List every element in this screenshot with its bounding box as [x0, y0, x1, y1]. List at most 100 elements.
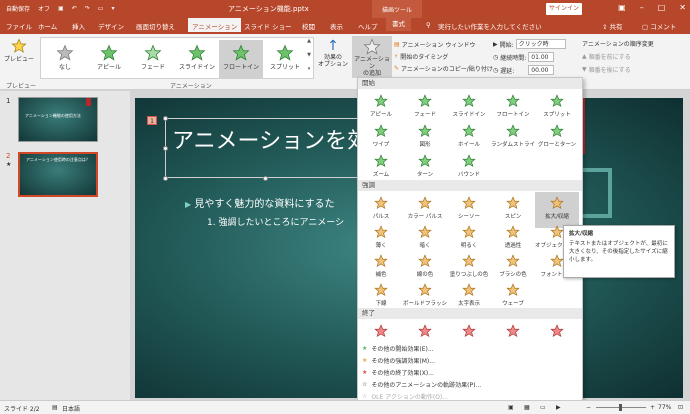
zoom-level[interactable]: 77% [658, 404, 671, 411]
gallery-expand-icon[interactable]: ▾ [305, 66, 313, 79]
tab-home[interactable]: ホーム [38, 21, 57, 31]
tab-animations[interactable]: アニメーション [188, 18, 242, 34]
effect-options-button[interactable]: ↑ 効果の オプション [316, 38, 350, 68]
gallery-fly-in[interactable]: スライドイン [175, 40, 219, 78]
effect-label: 太字表示 [457, 301, 480, 307]
effect-label: カラー パルス [407, 214, 443, 220]
gallery-fly-in-label: スライドイン [178, 64, 215, 71]
customize-icon[interactable]: ▾ [111, 5, 114, 12]
more-motion-paths[interactable]: ☆ その他のアニメーションの軌跡効果(P)... [358, 378, 582, 390]
save-icon[interactable]: ▣ [58, 5, 64, 12]
slide-sorter-icon[interactable]: ▦ [524, 404, 530, 411]
effect-dropdown-entrance-11[interactable]: ターン [403, 150, 447, 186]
animation-painter-button[interactable]: ✎ アニメーションのコピー/貼り付け [394, 64, 493, 73]
effect-dropdown-entrance-12[interactable]: バウンド [447, 150, 491, 186]
effect-label: ホイール [457, 142, 480, 148]
resize-handle[interactable] [263, 176, 268, 181]
slideshow-view-icon[interactable]: ▶ [556, 404, 561, 411]
gallery-scroll-down-icon[interactable]: ▼ [305, 52, 313, 65]
tab-help[interactable]: ヘルプ [358, 21, 378, 31]
effect-dropdown-entrance-8[interactable]: ランダムストライプ [491, 120, 535, 156]
bullet-triangle-icon: ▶ [185, 200, 192, 209]
effect-exit-2[interactable] [447, 320, 491, 340]
comment-button[interactable]: ▢ コメント [642, 21, 676, 31]
close-icon[interactable]: ✕ [679, 3, 686, 12]
bullet-level-1[interactable]: ▶ 見やすく魅力的な資料にするた [185, 195, 334, 210]
slide-counter: スライド 2/2 [4, 406, 40, 413]
autosave-toggle[interactable]: オフ [38, 4, 50, 13]
share-label: 共有 [609, 23, 623, 31]
gallery-fade[interactable]: フェード [131, 40, 175, 78]
effect-dropdown-emphasis-16[interactable]: ボールドフラッシュ [403, 279, 447, 315]
gallery-split[interactable]: スプリット [263, 40, 307, 78]
gallery-float-in[interactable]: フロートイン [219, 40, 263, 78]
effect-exit-3[interactable] [491, 320, 535, 340]
add-animation-button[interactable]: アニメーション の追加 [352, 36, 392, 78]
effect-exit-4[interactable] [535, 320, 579, 340]
effect-exit-0[interactable] [359, 320, 403, 340]
trigger-button[interactable]: ⚡ 開始のタイミング [394, 52, 448, 61]
effect-dropdown-entrance-10[interactable]: ズーム [359, 150, 403, 186]
animation-order-tag[interactable]: 1 [147, 116, 157, 125]
slide-thumbnail-2[interactable]: アニメーション使用時の注意点は？ [18, 152, 98, 197]
language-indicator[interactable]: 日本語 [62, 404, 80, 413]
search-box[interactable]: 実行したい作業を入力してください [438, 21, 542, 31]
zoom-in-icon[interactable]: + [650, 404, 655, 411]
delay-input[interactable]: 00.00 [528, 65, 555, 75]
duration-input[interactable]: 01.00 [528, 52, 555, 62]
undo-icon[interactable]: ↶ [72, 5, 77, 12]
resize-handle[interactable] [163, 176, 168, 181]
reading-view-icon[interactable]: ▭ [540, 404, 546, 411]
tab-slideshow[interactable]: スライド ショー [244, 21, 292, 31]
move-later-button[interactable]: ▼ 順番を後にする [582, 65, 631, 74]
move-earlier-button[interactable]: ▲ 順番を前にする [582, 52, 631, 61]
animation-window-button[interactable]: ▤ アニメーション ウィンドウ [394, 40, 475, 49]
share-button[interactable]: ⇪ 共有 [602, 21, 623, 31]
redo-icon[interactable]: ↷ [85, 5, 90, 12]
slideshow-icon[interactable]: ▭ [98, 5, 104, 12]
zoom-out-icon[interactable]: − [586, 404, 591, 411]
bullet-level-2[interactable]: 1. 強調したいところにアニメーシ [207, 215, 344, 228]
effect-dropdown-entrance-9[interactable]: グローとターン [535, 120, 579, 156]
gallery-fade-label: フェード [140, 64, 165, 71]
gallery-scroll-up-icon[interactable]: ▲ [305, 38, 313, 51]
effect-dropdown-emphasis-18[interactable]: ウェーブ [491, 279, 535, 315]
tab-file[interactable]: ファイル [6, 21, 32, 31]
normal-view-icon[interactable]: ▣ [508, 404, 514, 411]
fade-star-icon [144, 44, 162, 61]
proofing-icon[interactable]: ▤ [52, 404, 58, 411]
more-emphasis-effects[interactable]: ★ その他の強調効果(M)... [358, 354, 582, 366]
maximize-icon[interactable]: □ [658, 3, 666, 12]
ribbon-display-icon[interactable]: ▣ [618, 3, 626, 12]
gallery-appear[interactable]: アピール [87, 40, 131, 78]
preview-group-label: プレビュー [6, 83, 37, 90]
effect-exit-1[interactable] [403, 320, 447, 340]
fit-slide-icon[interactable]: ⊡ [678, 404, 683, 411]
tab-view[interactable]: 表示 [330, 21, 343, 31]
effect-dropdown-emphasis-15[interactable]: 下線 [359, 279, 403, 315]
tab-review[interactable]: 校閲 [302, 21, 315, 31]
slide-thumbnail-1[interactable]: アニメーション機能の使用方法 [18, 97, 98, 142]
animation-window-label: アニメーション ウィンドウ [401, 42, 476, 49]
tab-design[interactable]: デザイン [98, 21, 124, 31]
slide-title[interactable]: アニメーションを効 [172, 123, 369, 155]
gallery-none[interactable]: なし [43, 40, 87, 78]
autosave-label[interactable]: 自動保存 [6, 4, 30, 13]
effect-star-icon [418, 196, 432, 210]
resize-handle[interactable] [163, 116, 168, 121]
zoom-slider-knob[interactable] [619, 404, 622, 411]
gallery-appear-label: アピール [96, 64, 121, 71]
tab-insert[interactable]: 挿入 [72, 21, 85, 31]
effect-star-icon [462, 324, 476, 338]
effect-star-icon [374, 283, 388, 297]
preview-button[interactable]: プレビュー [2, 38, 36, 63]
resize-handle[interactable] [163, 146, 168, 151]
more-exit-effects[interactable]: ★ その他の終了効果(X)... [358, 366, 582, 378]
signin-button[interactable]: サインイン [546, 3, 582, 15]
minimize-icon[interactable]: – [640, 3, 644, 12]
tab-transitions[interactable]: 画面切り替え [136, 21, 175, 31]
start-select[interactable]: クリック時 [515, 39, 566, 49]
tab-format[interactable]: 書式 [386, 18, 411, 31]
more-entrance-effects[interactable]: ★ その他の開始効果(E)... [358, 342, 582, 354]
effect-dropdown-emphasis-17[interactable]: 太字表示 [447, 279, 491, 315]
